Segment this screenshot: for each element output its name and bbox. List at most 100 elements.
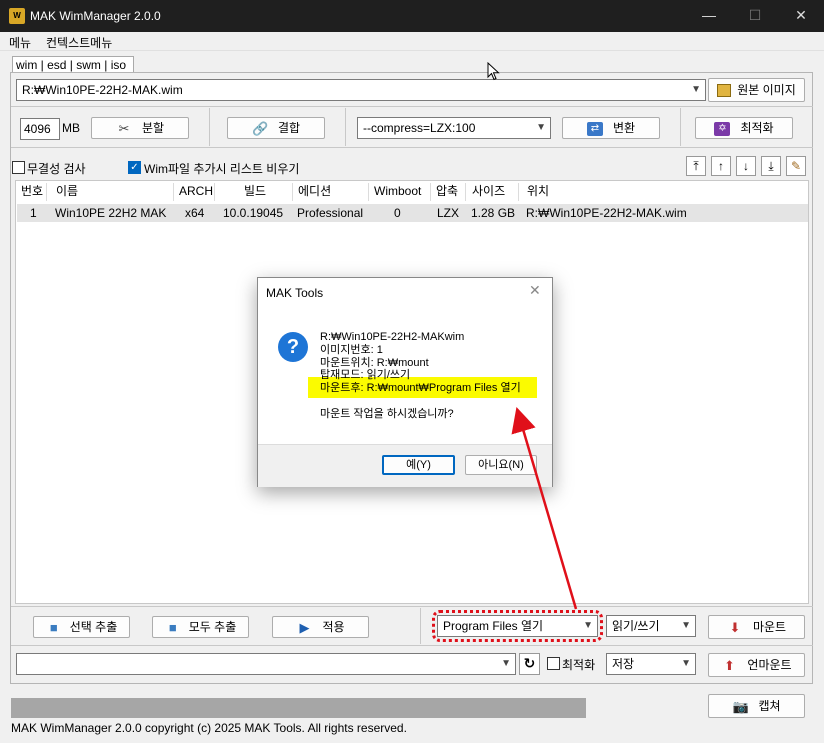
- clear-list-label: Wim파일 추가시 리스트 비우기: [144, 162, 300, 176]
- dialog-line-mount-mode: 탑재모드: 읽기/쓰기: [320, 369, 411, 381]
- dialog-line-path: R:₩Win10PE-22H2-MAKwim: [320, 331, 465, 343]
- mount-mode-combo[interactable]: 읽기/쓰기 ▼: [606, 615, 696, 637]
- clear-list-checkbox[interactable]: ✓: [128, 161, 141, 174]
- cell-location: R:₩Win10PE-22H2-MAK.wim: [526, 206, 687, 220]
- mount-button[interactable]: ⬇ 마운트: [708, 615, 805, 639]
- unit-label: MB: [62, 121, 80, 135]
- dialog-line-after-mount: 마운트후: R:₩mount₩Program Files 열기: [320, 382, 521, 394]
- dialog-yes-button[interactable]: 예(Y): [382, 455, 455, 475]
- move-bottom-icon: ⤓: [768, 159, 774, 173]
- menu-divider: [0, 50, 824, 51]
- table-row[interactable]: 1 Win10PE 22H2 MAK x64 10.0.19045 Profes…: [17, 204, 808, 222]
- save-option-text: 저장: [612, 657, 635, 671]
- capture-label: 캡쳐: [758, 699, 781, 713]
- source-path-combo[interactable]: R:₩Win10PE-22H2-MAK.wim ▼: [16, 79, 706, 101]
- progress-bar: [11, 698, 586, 718]
- column-header-build[interactable]: 빌드: [244, 181, 266, 203]
- column-divider: [465, 183, 466, 201]
- column-header-size[interactable]: 사이즈: [472, 181, 505, 203]
- annotation-arrow-icon: [511, 407, 578, 610]
- divider: [345, 108, 346, 146]
- cell-number: 1: [30, 206, 37, 220]
- cell-edition: Professional: [297, 206, 364, 220]
- chevron-down-icon: ▼: [681, 620, 691, 631]
- shuffle-icon: ⇄: [586, 121, 603, 136]
- divider: [209, 108, 210, 146]
- split-size-input[interactable]: 4096: [20, 118, 60, 140]
- move-bottom-button[interactable]: ⤓: [761, 156, 781, 176]
- move-down-button[interactable]: ↓: [736, 156, 756, 176]
- unmount-label: 언마운트: [747, 658, 792, 672]
- package-icon: [717, 84, 732, 98]
- window-title: MAK WimManager 2.0.0: [30, 9, 161, 23]
- move-top-icon: ⤒: [693, 159, 699, 173]
- move-top-button[interactable]: ⤒: [686, 156, 706, 176]
- merge-button[interactable]: 🔗 결합: [227, 117, 325, 139]
- optimize-checkbox-label: 최적화: [562, 658, 596, 672]
- column-header-location[interactable]: 위치: [527, 181, 549, 203]
- compress-option-combo[interactable]: --compress=LZX:100 ▼: [357, 117, 551, 139]
- divider: [11, 147, 813, 148]
- cell-arch: x64: [185, 206, 205, 220]
- column-header-compression[interactable]: 압축: [436, 181, 458, 203]
- dialog-close-button[interactable]: ✕: [529, 282, 541, 299]
- extract-selected-label: 선택 추출: [69, 620, 118, 634]
- arrow-up-icon: ↑: [718, 159, 724, 173]
- apply-button[interactable]: ▶ 적용: [272, 616, 369, 638]
- merge-label: 결합: [277, 121, 301, 135]
- optimize-icon: ✡: [714, 121, 731, 136]
- dialog-line-image-index: 이미지번호: 1: [320, 344, 383, 356]
- minimize-button[interactable]: —: [686, 0, 732, 32]
- menu-item-menu[interactable]: 메뉴: [9, 34, 31, 50]
- mount-path-combo[interactable]: ▼: [16, 653, 516, 675]
- compress-option-text: --compress=LZX:100: [363, 121, 476, 135]
- column-divider: [173, 183, 174, 201]
- divider: [680, 108, 681, 146]
- unmount-button[interactable]: ⬆ 언마운트: [708, 653, 805, 677]
- split-button[interactable]: ✂ 분할: [91, 117, 189, 139]
- box-icon: ■: [49, 619, 58, 635]
- clear-list-button[interactable]: ✎: [786, 156, 806, 176]
- convert-label: 변환: [612, 121, 636, 135]
- column-header-arch[interactable]: ARCH: [179, 181, 213, 203]
- cell-size: 1.28 GB: [471, 206, 516, 220]
- column-header-wimboot[interactable]: Wimboot: [374, 181, 421, 203]
- link-icon: 🔗: [251, 120, 269, 136]
- mount-icon: ⬇: [729, 619, 741, 635]
- extract-all-button[interactable]: ■ 모두 추출: [152, 616, 249, 638]
- question-icon: ?: [278, 332, 308, 362]
- box-icon: ■: [168, 619, 177, 635]
- optimize-button[interactable]: ✡ 최적화: [695, 117, 793, 139]
- chevron-down-icon: ▼: [691, 84, 701, 95]
- arrow-down-icon: ↓: [743, 159, 749, 173]
- divider: [420, 608, 421, 644]
- mouse-cursor-icon: [487, 62, 500, 81]
- close-button[interactable]: ✕: [778, 0, 824, 32]
- move-up-button[interactable]: ↑: [711, 156, 731, 176]
- format-tabs[interactable]: wim | esd | swm | iso: [12, 56, 134, 73]
- chevron-down-icon: ▼: [501, 658, 511, 669]
- column-header-name[interactable]: 이름: [56, 181, 78, 203]
- optimize-checkbox[interactable]: [547, 657, 560, 670]
- column-header-number[interactable]: 번호: [21, 181, 43, 203]
- menu-item-context[interactable]: 컨텍스트메뉴: [46, 34, 112, 50]
- optimize-label: 최적화: [740, 121, 774, 135]
- divider: [11, 645, 813, 646]
- column-divider: [46, 183, 47, 201]
- broom-icon: ✎: [790, 159, 802, 173]
- refresh-icon: ↻: [523, 655, 536, 671]
- cell-name: Win10PE 22H2 MAK: [55, 206, 167, 220]
- save-option-combo[interactable]: 저장 ▼: [606, 653, 696, 675]
- capture-button[interactable]: 📷 캡쳐: [708, 694, 805, 718]
- cell-build: 10.0.19045: [223, 206, 284, 220]
- original-image-button[interactable]: 원본 이미지: [708, 78, 805, 102]
- integrity-check-checkbox[interactable]: [12, 161, 25, 174]
- scissors-icon: ✂: [118, 120, 130, 136]
- convert-button[interactable]: ⇄ 변환: [562, 117, 660, 139]
- cell-compression: LZX: [437, 206, 460, 220]
- maximize-button[interactable]: ☐: [732, 0, 778, 32]
- refresh-button[interactable]: ↻: [519, 653, 540, 675]
- extract-selected-button[interactable]: ■ 선택 추출: [33, 616, 130, 638]
- dialog-title: MAK Tools: [266, 286, 324, 300]
- column-header-edition[interactable]: 에디션: [298, 181, 331, 203]
